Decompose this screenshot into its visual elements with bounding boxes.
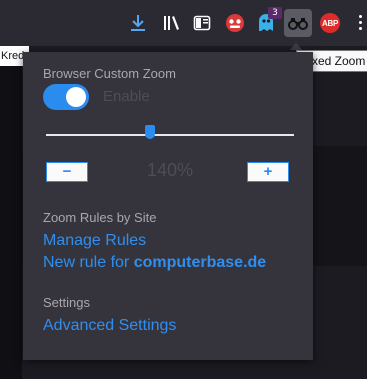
- zoom-out-button[interactable]: −: [46, 162, 88, 182]
- enable-toggle[interactable]: [43, 84, 89, 110]
- red-face-extension-icon: [226, 14, 244, 32]
- popup-title: Browser Custom Zoom: [43, 66, 176, 81]
- zoom-slider-track[interactable]: [46, 134, 294, 136]
- library-button[interactable]: [158, 9, 186, 37]
- browser-window: Kred 3 ABP Fixed Zoom Browser Custom Zoo…: [0, 0, 367, 379]
- enable-toggle-label: Enable: [103, 88, 150, 105]
- sidebar-button[interactable]: [188, 9, 216, 37]
- extension-button-1[interactable]: [221, 9, 249, 37]
- downloads-button[interactable]: [124, 9, 152, 37]
- sidebar-icon: [193, 15, 211, 31]
- zoom-value-display: 140%: [146, 160, 194, 180]
- new-rule-prefix: New rule for: [43, 254, 134, 271]
- library-icon: [164, 16, 179, 30]
- page-content-left: [0, 46, 22, 379]
- zoom-popup-panel: Browser Custom Zoom Enable − 140% + Zoom…: [23, 52, 313, 360]
- binoculars-icon: [288, 18, 308, 30]
- settings-section-title: Settings: [43, 295, 90, 310]
- new-rule-link[interactable]: New rule for computerbase.de: [43, 254, 266, 272]
- vertical-dots-menu-icon[interactable]: [359, 15, 363, 30]
- tooltip-arrow: [290, 42, 302, 50]
- browser-toolbar: 3 ABP: [0, 0, 367, 46]
- new-rule-site: computerbase.de: [133, 254, 267, 271]
- zoom-slider-thumb[interactable]: [145, 125, 156, 139]
- extension-button-2[interactable]: 3: [252, 7, 282, 37]
- rules-section-title: Zoom Rules by Site: [43, 210, 157, 225]
- toggle-knob: [66, 87, 86, 107]
- fixed-zoom-button[interactable]: [284, 9, 312, 37]
- zoom-in-button[interactable]: +: [247, 162, 289, 182]
- download-arrow-icon: [131, 15, 145, 31]
- adblock-plus-button[interactable]: ABP: [316, 9, 344, 37]
- advanced-settings-link[interactable]: Advanced Settings: [43, 317, 176, 335]
- abp-icon: ABP: [320, 13, 340, 33]
- manage-rules-link[interactable]: Manage Rules: [43, 232, 146, 250]
- extension-badge-count: 3: [268, 7, 282, 19]
